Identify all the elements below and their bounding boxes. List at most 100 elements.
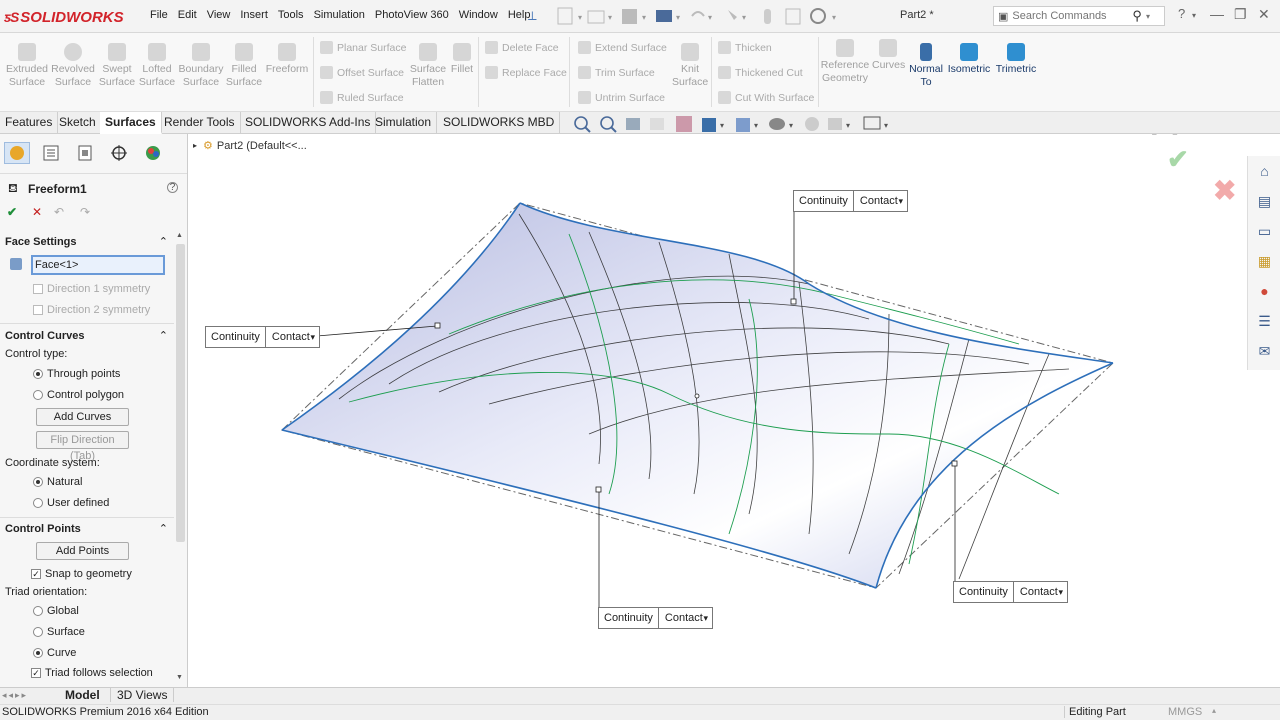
apply-scene-icon[interactable]: ▾ [828, 118, 850, 130]
triad-follows-selection-checkbox[interactable]: ✓ Triad follows selection [31, 667, 153, 679]
ok-check-icon[interactable]: ✔ [7, 205, 17, 219]
file-explorer-icon[interactable]: ▭ [1255, 222, 1274, 241]
panel-scrollbar[interactable]: ▲ ▼ [175, 232, 186, 687]
menu-window[interactable]: Window [459, 9, 498, 21]
tab-sketch[interactable]: Sketch [54, 112, 102, 134]
display-manager-tab-icon[interactable] [140, 142, 166, 164]
minimize-button[interactable]: — [1210, 6, 1224, 22]
freeform-button[interactable]: Freeform [264, 43, 310, 76]
tab-features[interactable]: Features [0, 112, 59, 134]
solidworks-resources-icon[interactable]: ⌂ [1255, 162, 1274, 181]
isometric-button[interactable]: Isometric [946, 43, 992, 76]
status-units[interactable]: MMGS [1168, 706, 1202, 718]
control-points-header[interactable]: Control Points ⌃ [0, 520, 174, 538]
help-icon[interactable]: ? [1178, 6, 1185, 21]
menu-edit[interactable]: Edit [178, 9, 197, 21]
hide-show-items-icon[interactable]: ▾ [769, 118, 793, 130]
normal-to-button[interactable]: Normal To [904, 43, 948, 89]
viewport-close-icon[interactable]: ✕ [1243, 134, 1247, 136]
filled-surface-button[interactable]: Filled Surface [224, 43, 264, 89]
scrollbar-thumb[interactable] [176, 244, 185, 542]
viewport-link-icon[interactable]: ▯ [1172, 134, 1179, 136]
control-curves-header[interactable]: Control Curves ⌃ [0, 327, 174, 345]
menu-insert[interactable]: Insert [240, 9, 268, 21]
undo-icon[interactable]: ↶ [54, 205, 64, 219]
view-palette-icon[interactable]: ▦ [1255, 252, 1274, 271]
collapse-caret-icon[interactable]: ⌃ [159, 327, 168, 345]
search-icon[interactable]: ⚲ [1132, 8, 1142, 24]
natural-radio[interactable]: Natural [33, 476, 82, 488]
control-polygon-radio[interactable]: Control polygon [33, 389, 124, 401]
design-library-icon[interactable]: ▤ [1255, 192, 1274, 211]
confirm-cancel-icon[interactable]: ✖ [1213, 174, 1236, 207]
user-defined-radio[interactable]: User defined [33, 497, 109, 509]
curves-button[interactable]: Curves [872, 39, 905, 72]
dynamic-annotation-icon[interactable] [676, 116, 692, 132]
view-orientation-icon[interactable]: ▾ [702, 118, 724, 132]
search-commands-box[interactable]: ▣ ⚲ ▾ [993, 6, 1165, 26]
view-settings-icon[interactable]: ▾ [863, 116, 888, 130]
zoom-to-area-icon[interactable] [600, 116, 617, 133]
reference-geometry-button[interactable]: Reference Geometry [820, 39, 870, 85]
lofted-surface-button[interactable]: Lofted Surface [136, 43, 178, 89]
boundary-surface-button[interactable]: Boundary Surface [176, 43, 226, 89]
delete-face-button[interactable]: Delete Face [485, 41, 559, 54]
property-manager-tab-icon[interactable] [38, 142, 64, 164]
redo-icon[interactable]: ↷ [80, 205, 90, 219]
close-button[interactable]: ✕ [1258, 6, 1270, 23]
help-dropdown-icon[interactable]: ▾ [1192, 11, 1196, 20]
tab-addins[interactable]: SOLIDWORKS Add-Ins [240, 112, 377, 134]
zoom-to-fit-icon[interactable] [574, 116, 591, 133]
curve-radio[interactable]: Curve [33, 647, 76, 659]
continuity-dropdown-bottom[interactable]: Continuity Contact [598, 607, 713, 629]
direction1-symmetry-checkbox[interactable]: Direction 1 symmetry [33, 283, 150, 295]
feature-manager-tab-icon[interactable] [4, 142, 30, 164]
custom-properties-icon[interactable]: ☰ [1255, 312, 1274, 331]
collapse-caret-icon[interactable]: ⌃ [159, 233, 168, 251]
continuity-dropdown-right[interactable]: Continuity Contact [953, 581, 1068, 603]
global-radio[interactable]: Global [33, 605, 79, 617]
units-dropdown-icon[interactable]: ▴ [1212, 706, 1216, 715]
tab-model[interactable]: Model [65, 688, 100, 702]
extend-surface-button[interactable]: Extend Surface [578, 41, 667, 54]
surface-radio[interactable]: Surface [33, 626, 85, 638]
search-dropdown-icon[interactable]: ▾ [1146, 12, 1150, 21]
direction2-symmetry-checkbox[interactable]: Direction 2 symmetry [33, 304, 150, 316]
appearances-scenes-icon[interactable]: ● [1255, 282, 1274, 301]
pin-icon[interactable]: ⟂ [528, 6, 537, 26]
trim-surface-button[interactable]: Trim Surface [578, 66, 655, 79]
tab-surfaces[interactable]: Surfaces [100, 112, 162, 134]
graphics-area[interactable]: ▸ ⚙ Part2 (Default<<... Continuity Conta… [189, 134, 1247, 687]
search-scope-icon[interactable]: ▣ [998, 10, 1008, 23]
trimetric-button[interactable]: Trimetric [994, 43, 1038, 76]
scroll-up-icon[interactable]: ▲ [176, 232, 183, 239]
configuration-manager-tab-icon[interactable] [72, 142, 98, 164]
restore-button[interactable]: ❐ [1234, 6, 1247, 23]
fillet-button[interactable]: Fillet [448, 43, 476, 76]
extruded-surface-button[interactable]: Extruded Surface [4, 43, 50, 89]
cancel-x-icon[interactable]: ✕ [32, 205, 42, 219]
scroll-down-icon[interactable]: ▼ [176, 674, 183, 681]
solidworks-logo[interactable]: ƽS SOLIDWORKS [4, 2, 124, 32]
tab-mbd[interactable]: SOLIDWORKS MBD [438, 112, 561, 134]
help-circle-icon[interactable]: ? [167, 182, 178, 193]
confirm-ok-icon[interactable]: ✔ [1167, 144, 1189, 175]
tab-scroll-arrows-icon[interactable]: ◂◂▸▸ [2, 690, 28, 701]
tab-3d-views[interactable]: 3D Views [110, 688, 175, 702]
menu-view[interactable]: View [207, 9, 231, 21]
section-view-icon[interactable] [650, 118, 664, 130]
snap-to-geometry-checkbox[interactable]: ✓ Snap to geometry [31, 568, 132, 580]
dimxpert-manager-tab-icon[interactable] [106, 142, 132, 164]
offset-surface-button[interactable]: Offset Surface [320, 66, 404, 79]
display-style-icon[interactable]: ▾ [736, 118, 758, 132]
menu-tools[interactable]: Tools [278, 9, 304, 21]
quick-access-icons[interactable]: ▾ ▾ ▾ ▾ ▾ ▾ ▾ [556, 6, 856, 26]
tab-render-tools[interactable]: Render Tools [159, 112, 241, 134]
knit-surface-button[interactable]: Knit Surface [672, 43, 708, 89]
viewport-minimize-icon[interactable]: — [1192, 134, 1204, 136]
tab-simulation[interactable]: Simulation [370, 112, 438, 134]
freeform-surface-model[interactable] [189, 134, 1247, 687]
through-points-radio[interactable]: Through points [33, 368, 120, 380]
flip-direction-button[interactable]: Flip Direction (Tab) [36, 431, 129, 462]
planar-surface-button[interactable]: Planar Surface [320, 41, 406, 54]
